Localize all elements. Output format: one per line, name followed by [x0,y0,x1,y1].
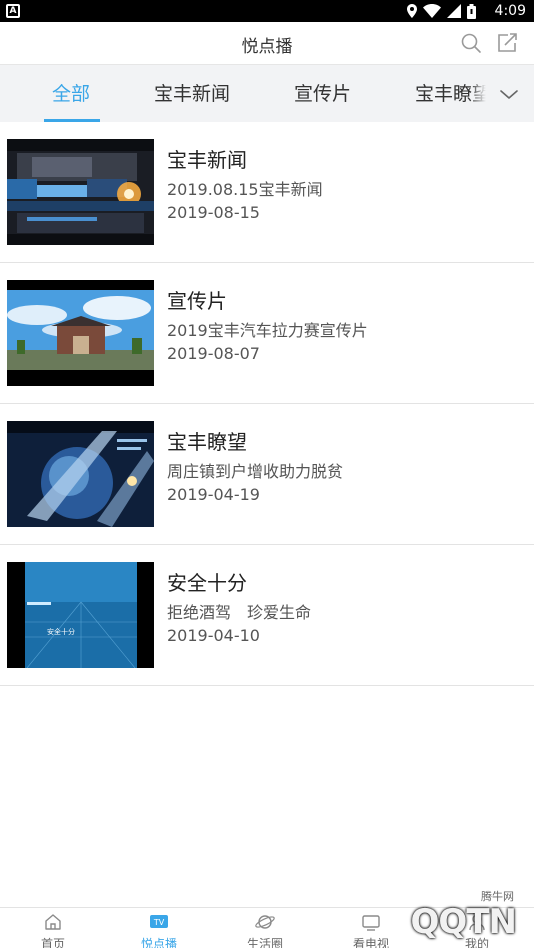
app-header: 悦点播 [0,22,534,64]
app-screen: A 4:09 悦点播 全部 宝丰新闻 宣传片 宝丰瞭望 宝丰新闻 2019.08… [0,0,534,948]
planet-icon [255,915,275,929]
nav-mine[interactable]: 我的 [424,908,530,948]
signal-icon [447,4,461,18]
video-subtitle: 2019.08.15宝丰新闻 [167,180,323,199]
video-date: 2019-08-07 [167,344,260,363]
list-item[interactable]: 宣传片 2019宝丰汽车拉力赛宣传片 2019-08-07 [0,263,534,404]
video-title: 宣传片 [167,289,227,313]
chevron-down-icon[interactable] [498,83,520,105]
home-icon [45,914,61,930]
user-icon [469,914,485,931]
tab-baofeng-news[interactable]: 宝丰新闻 [154,79,230,106]
status-icons [407,3,476,19]
gate-sky-thumbnail[interactable] [7,280,154,386]
nav-label: 悦点播 [140,937,177,948]
video-title: 宝丰新闻 [167,148,247,172]
nav-label: 生活圈 [246,937,283,948]
wifi-icon [423,4,441,18]
news-studio-thumbnail[interactable] [7,139,154,245]
battery-icon [467,3,476,19]
list-item[interactable]: 宝丰新闻 2019.08.15宝丰新闻 2019-08-15 [0,122,534,263]
location-icon [407,4,417,18]
nav-life[interactable]: 生活圈 [212,908,318,948]
thumb-caption: 安全十分 [47,627,75,636]
video-date: 2019-04-10 [167,626,260,645]
video-list: 宝丰新闻 2019.08.15宝丰新闻 2019-08-15 宣传片 2019宝… [0,122,534,686]
globe-thumbnail[interactable] [7,421,154,527]
nav-label: 看电视 [352,937,389,948]
page-title: 悦点播 [241,37,293,57]
video-subtitle: 周庄镇到户增收助力脱贫 [167,462,344,481]
tv-icon-text: TV [153,918,165,927]
video-subtitle: 拒绝酒驾 珍爱生命 [167,603,312,622]
television-icon [362,915,380,931]
tab-promo-video[interactable]: 宣传片 [294,79,351,106]
share-icon[interactable] [496,32,518,54]
video-date: 2019-08-15 [167,203,260,222]
tab-all[interactable]: 全部 [52,79,90,106]
nav-vod[interactable]: TV 悦点播 [106,908,212,948]
status-bar: A 4:09 [0,0,534,22]
video-subtitle: 2019宝丰汽车拉力赛宣传片 [167,321,368,340]
tv-icon: TV [150,915,168,928]
nav-watch-tv[interactable]: 看电视 [318,908,424,948]
watermark-site: 腾牛网 [481,890,514,903]
nav-label: 首页 [40,937,65,948]
list-item[interactable]: 安全十分 安全十分 拒绝酒驾 珍爱生命 2019-04-10 [0,545,534,686]
video-date: 2019-04-19 [167,485,260,504]
video-title: 宝丰瞭望 [167,430,247,454]
video-title: 安全十分 [167,571,247,595]
nav-label: 我的 [464,937,489,948]
list-item[interactable]: 宝丰瞭望 周庄镇到户增收助力脱贫 2019-04-19 [0,404,534,545]
search-icon[interactable] [460,32,482,54]
blue-grid-thumbnail[interactable]: 安全十分 [7,562,154,668]
status-time: 4:09 [494,3,526,19]
android-notification-icon: A [6,4,20,18]
category-tabs: 全部 宝丰新闻 宣传片 宝丰瞭望 [0,64,534,122]
bottom-navigation: 首页 TV 悦点播 生活圈 看电视 我的 [0,907,534,948]
nav-home[interactable]: 首页 [0,908,106,948]
